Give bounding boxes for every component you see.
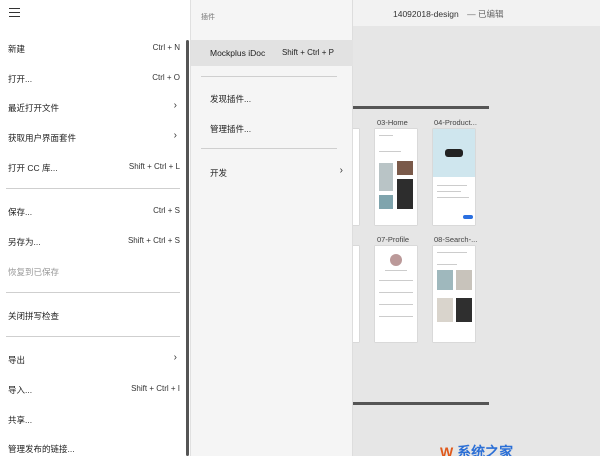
menu-item-disable-spellcheck[interactable]: 关闭拼写检查 bbox=[0, 304, 186, 326]
submenu-item-label: Mockplus iDoc bbox=[210, 48, 266, 58]
submenu-item-discover-plugins[interactable]: 发现插件... bbox=[191, 87, 353, 109]
artboard-profile[interactable] bbox=[375, 246, 417, 342]
main-menu-panel: 新建 Ctrl + N 打开... Ctrl + O 最近打开文件 › 获取用户… bbox=[0, 0, 191, 456]
menu-item-label: 导出 bbox=[8, 355, 26, 365]
menu-item-label: 保存... bbox=[8, 207, 33, 217]
menu-item-label: 最近打开文件 bbox=[8, 103, 60, 113]
menu-item-label: 新建 bbox=[8, 44, 26, 54]
submenu-item-shortcut: Shift + Ctrl + P bbox=[281, 48, 334, 57]
artboard-group-top-edge bbox=[353, 106, 489, 109]
artboard-label-profile[interactable]: 07-Profile bbox=[377, 235, 409, 244]
menu-separator bbox=[6, 188, 180, 189]
submenu-item-develop[interactable]: 开发 › bbox=[191, 161, 353, 183]
menu-item-share[interactable]: 共享... bbox=[0, 408, 186, 430]
menu-item-label: 关闭拼写检查 bbox=[8, 311, 60, 321]
document-title: 14092018-design — 已编辑 bbox=[393, 8, 509, 20]
artboard-partial-top[interactable] bbox=[353, 129, 359, 225]
artboard-label-product[interactable]: 04-Product... bbox=[434, 118, 477, 127]
submenu-item-label: 管理插件... bbox=[210, 124, 252, 134]
menu-item-label: 打开 CC 库... bbox=[8, 163, 58, 173]
menu-item-shortcut: Ctrl + O bbox=[152, 73, 180, 82]
menu-scrollbar[interactable] bbox=[186, 40, 189, 456]
watermark-logo: W 系统之家 bbox=[440, 442, 513, 456]
menu-item-export[interactable]: 导出 › bbox=[0, 348, 186, 370]
menu-item-label: 打开... bbox=[8, 74, 33, 84]
menu-item-shortcut: Shift + Ctrl + S bbox=[127, 236, 180, 245]
menu-item-label: 获取用户界面套件 bbox=[8, 133, 77, 143]
menu-item-get-ui-kits[interactable]: 获取用户界面套件 › bbox=[0, 126, 186, 148]
chevron-right-icon: › bbox=[173, 130, 177, 141]
chevron-right-icon: › bbox=[339, 165, 343, 176]
artboard-home[interactable] bbox=[375, 129, 417, 225]
menu-item-label: 导入... bbox=[8, 385, 33, 395]
menu-item-open[interactable]: 打开... Ctrl + O bbox=[0, 67, 186, 89]
menu-item-label: 另存为... bbox=[8, 237, 41, 247]
menu-item-save-as[interactable]: 另存为... Shift + Ctrl + S bbox=[0, 230, 186, 252]
document-filename: 14092018-design bbox=[393, 9, 459, 19]
artboard-label-home[interactable]: 03-Home bbox=[377, 118, 408, 127]
plugins-submenu-panel: 插件 Mockplus iDoc Shift + Ctrl + P 发现插件..… bbox=[191, 0, 353, 456]
menu-item-label: 恢复到已保存 bbox=[8, 267, 60, 277]
menu-item-open-cc-library[interactable]: 打开 CC 库... Shift + Ctrl + L bbox=[0, 156, 186, 178]
artboard-label-search[interactable]: 08-Search-... bbox=[434, 235, 477, 244]
artboard-search[interactable] bbox=[433, 246, 475, 342]
menu-item-shortcut: Shift + Ctrl + I bbox=[131, 384, 180, 393]
submenu-item-label: 发现插件... bbox=[210, 94, 252, 104]
menu-item-recent-files[interactable]: 最近打开文件 › bbox=[0, 96, 186, 118]
menu-item-label: 管理发布的链接... bbox=[8, 444, 75, 454]
artboard-partial-bottom[interactable] bbox=[353, 246, 359, 342]
watermark-logo-mark: W bbox=[440, 444, 454, 456]
submenu-header: 插件 bbox=[201, 14, 215, 21]
hamburger-icon[interactable] bbox=[9, 8, 20, 18]
menu-separator bbox=[6, 292, 180, 293]
menu-item-shortcut: Ctrl + N bbox=[152, 43, 180, 52]
watermark-logo-text: 系统之家 bbox=[457, 444, 514, 456]
artboard-product[interactable] bbox=[433, 129, 475, 225]
menu-item-label: 共享... bbox=[8, 415, 33, 425]
submenu-separator bbox=[201, 148, 337, 149]
submenu-separator bbox=[201, 76, 337, 77]
submenu-item-label: 开发 bbox=[210, 168, 228, 178]
artboard-group-bottom-edge bbox=[353, 402, 489, 405]
submenu-item-mockplus-idoc[interactable]: Mockplus iDoc Shift + Ctrl + P bbox=[191, 40, 353, 66]
chevron-right-icon: › bbox=[173, 100, 177, 111]
document-status: — 已编辑 bbox=[467, 9, 504, 19]
menu-item-shortcut: Ctrl + S bbox=[153, 206, 180, 215]
menu-item-revert-to-saved: 恢复到已保存 bbox=[0, 260, 186, 282]
menu-item-save[interactable]: 保存... Ctrl + S bbox=[0, 200, 186, 222]
menu-item-shortcut: Shift + Ctrl + L bbox=[128, 162, 180, 171]
chevron-right-icon: › bbox=[173, 352, 177, 363]
menu-separator bbox=[6, 336, 180, 337]
menu-item-new[interactable]: 新建 Ctrl + N bbox=[0, 37, 186, 59]
menu-item-manage-published-links[interactable]: 管理发布的链接... bbox=[0, 437, 186, 456]
menu-item-import[interactable]: 导入... Shift + Ctrl + I bbox=[0, 378, 186, 400]
submenu-item-manage-plugins[interactable]: 管理插件... bbox=[191, 117, 353, 139]
